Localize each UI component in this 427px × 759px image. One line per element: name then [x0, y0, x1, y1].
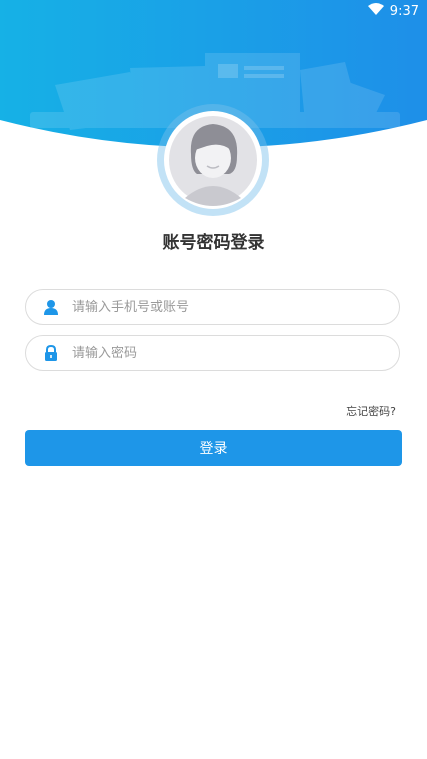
avatar — [164, 111, 262, 209]
password-field[interactable] — [25, 335, 400, 371]
password-input[interactable] — [70, 344, 374, 362]
lock-icon — [42, 344, 60, 362]
user-avatar-icon — [169, 116, 257, 206]
wifi-icon — [367, 3, 384, 19]
forgot-password-link[interactable]: 忘记密码? — [346, 403, 396, 419]
status-time: 9:37 — [389, 3, 419, 19]
username-field[interactable] — [25, 289, 400, 325]
avatar-ring — [157, 104, 269, 216]
login-button[interactable]: 登录 — [25, 430, 402, 466]
user-icon — [42, 298, 60, 316]
status-bar: 9:37 — [0, 0, 427, 24]
page-title: 账号密码登录 — [162, 233, 265, 253]
username-input[interactable] — [70, 298, 374, 316]
